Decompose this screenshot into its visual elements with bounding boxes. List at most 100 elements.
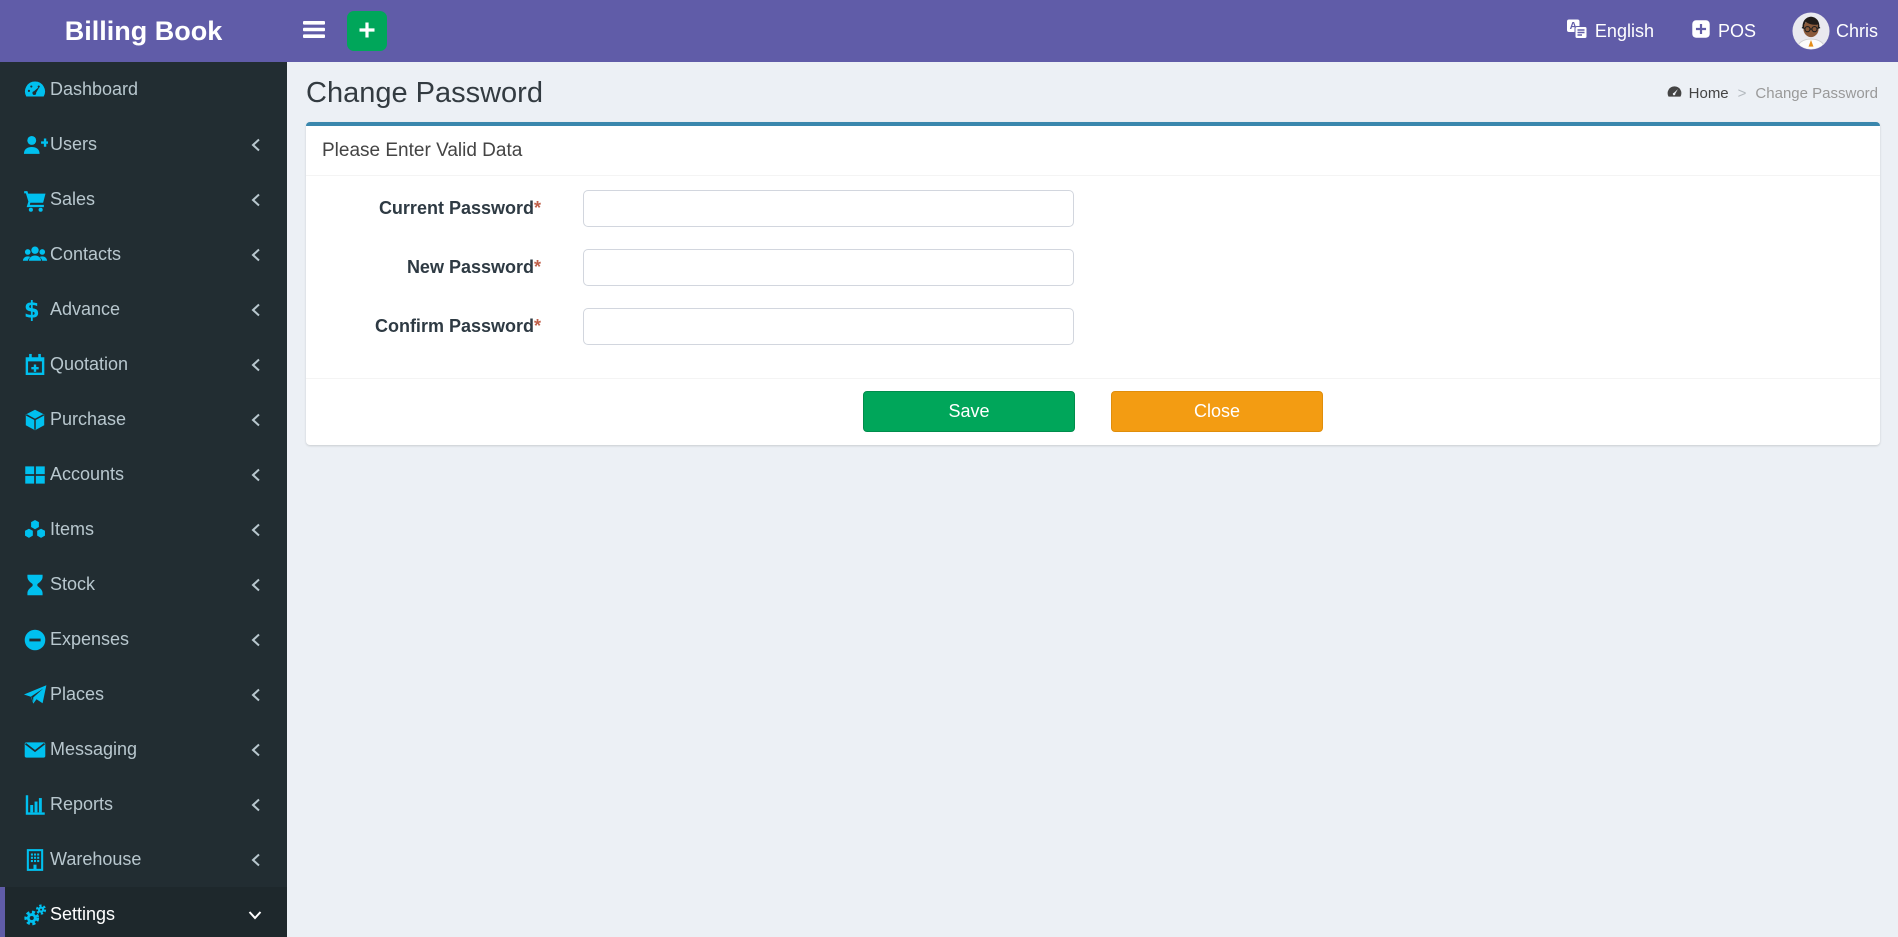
paper-plane-icon — [22, 682, 50, 708]
sidebar-toggle-button[interactable] — [287, 0, 341, 62]
sidebar-item-reports[interactable]: Reports — [0, 777, 287, 832]
sidebar-item-advance[interactable]: $ Advance — [0, 282, 287, 337]
svg-text:$: $ — [24, 297, 40, 322]
chevron-left-icon — [249, 192, 263, 208]
app-title: Billing Book — [64, 15, 223, 46]
sidebar-item-sales[interactable]: Sales — [0, 172, 287, 227]
required-marker: * — [533, 316, 541, 336]
minus-circle-icon — [22, 627, 50, 653]
cart-icon — [22, 187, 50, 213]
sidebar-item-quotation[interactable]: Quotation — [0, 337, 287, 392]
chevron-left-icon — [249, 632, 263, 648]
sidebar-item-label: Stock — [50, 574, 96, 594]
sidebar-item-users[interactable]: Users — [0, 117, 287, 172]
sidebar-item-purchase[interactable]: Purchase — [0, 392, 287, 447]
chevron-left-icon — [249, 302, 263, 318]
app-window: Billing Book A English POS Chris Dashboa… — [0, 0, 1898, 937]
navbar-right: A English POS Chris — [1565, 12, 1878, 50]
breadcrumb-separator: > — [1737, 85, 1747, 102]
sidebar-item-warehouse[interactable]: Warehouse — [0, 832, 287, 887]
sidebar-item-label: Messaging — [50, 739, 138, 759]
change-password-card: Please Enter Valid Data Current Password… — [306, 122, 1880, 445]
form-row-current-password: Current Password* — [306, 190, 1880, 227]
chevron-left-icon — [249, 577, 263, 593]
chevron-left-icon — [249, 137, 263, 153]
save-button[interactable]: Save — [863, 391, 1075, 432]
user-plus-icon — [22, 132, 50, 158]
sidebar-item-label: Advance — [50, 299, 121, 319]
sidebar-item-label: Reports — [50, 794, 114, 814]
chevron-left-icon — [249, 852, 263, 868]
chevron-left-icon — [249, 522, 263, 538]
chevron-left-icon — [249, 357, 263, 373]
sidebar-item-messaging[interactable]: Messaging — [0, 722, 287, 777]
label-text: New Password — [406, 257, 534, 277]
quick-add-button[interactable] — [347, 11, 387, 51]
new-password-label: New Password* — [306, 257, 541, 278]
chevron-left-icon — [249, 247, 263, 263]
language-label: English — [1594, 20, 1654, 41]
current-password-input[interactable] — [583, 190, 1074, 227]
sidebar-item-expenses[interactable]: Expenses — [0, 612, 287, 667]
breadcrumb: Home > Change Password — [1666, 84, 1878, 103]
breadcrumb-home-link[interactable]: Home — [1666, 84, 1729, 103]
current-password-label: Current Password* — [306, 198, 541, 219]
label-text: Confirm Password — [374, 316, 534, 336]
app-logo[interactable]: Billing Book — [0, 0, 287, 62]
chevron-down-icon — [247, 908, 263, 922]
users-icon — [22, 242, 50, 268]
sidebar-item-label: Items — [50, 519, 95, 539]
close-button[interactable]: Close — [1111, 391, 1323, 432]
required-marker: * — [533, 257, 541, 277]
sidebar-item-label: Places — [50, 684, 105, 704]
sidebar-item-contacts[interactable]: Contacts — [0, 227, 287, 282]
sidebar-item-label: Quotation — [50, 354, 129, 374]
pos-label: POS — [1717, 20, 1756, 41]
plus-square-icon — [1690, 18, 1712, 45]
card-body: Current Password* New Password* Confirm … — [306, 176, 1880, 378]
sidebar-item-label: Users — [50, 134, 98, 154]
envelope-icon — [22, 737, 50, 763]
sidebar-item-label: Accounts — [50, 464, 125, 484]
sidebar-item-label: Warehouse — [50, 849, 142, 869]
gears-icon — [22, 902, 50, 928]
required-marker: * — [533, 198, 541, 218]
sidebar-item-accounts[interactable]: Accounts — [0, 447, 287, 502]
hourglass-icon — [22, 572, 50, 598]
chevron-left-icon — [249, 467, 263, 483]
grid-icon — [22, 462, 50, 488]
body-wrap: Dashboard Users Sales Contacts $ Advance… — [0, 62, 1898, 937]
calendar-plus-icon — [22, 352, 50, 378]
page-title: Change Password — [306, 77, 543, 109]
home-dashboard-icon — [1666, 84, 1683, 103]
sidebar-item-label: Dashboard — [50, 79, 139, 99]
new-password-input[interactable] — [583, 249, 1074, 286]
sidebar-item-items[interactable]: Items — [0, 502, 287, 557]
label-text: Current Password — [378, 198, 534, 218]
sidebar-item-label: Expenses — [50, 629, 130, 649]
language-icon: A — [1565, 17, 1589, 46]
language-menu[interactable]: A English — [1565, 17, 1654, 46]
main-content: Change Password Home > Change Password P… — [287, 62, 1898, 937]
dollar-icon: $ — [22, 297, 50, 322]
content-header: Change Password Home > Change Password — [306, 62, 1880, 122]
hamburger-icon — [302, 20, 326, 42]
form-row-new-password: New Password* — [306, 249, 1880, 286]
avatar — [1792, 12, 1830, 50]
sidebar-item-label: Sales — [50, 189, 96, 209]
chevron-left-icon — [249, 797, 263, 813]
confirm-password-input[interactable] — [583, 308, 1074, 345]
cubes-icon — [22, 517, 50, 543]
bar-chart-icon — [22, 792, 50, 818]
sidebar-item-dashboard[interactable]: Dashboard — [0, 62, 287, 117]
pos-link[interactable]: POS — [1690, 18, 1756, 45]
form-row-confirm-password: Confirm Password* — [306, 308, 1880, 345]
sidebar: Dashboard Users Sales Contacts $ Advance… — [0, 62, 287, 937]
sidebar-item-places[interactable]: Places — [0, 667, 287, 722]
user-menu[interactable]: Chris — [1792, 12, 1878, 50]
sidebar-item-stock[interactable]: Stock — [0, 557, 287, 612]
sidebar-item-settings[interactable]: Settings — [0, 887, 287, 937]
plus-icon — [357, 20, 377, 43]
chevron-left-icon — [249, 412, 263, 428]
cube-icon — [22, 407, 50, 433]
